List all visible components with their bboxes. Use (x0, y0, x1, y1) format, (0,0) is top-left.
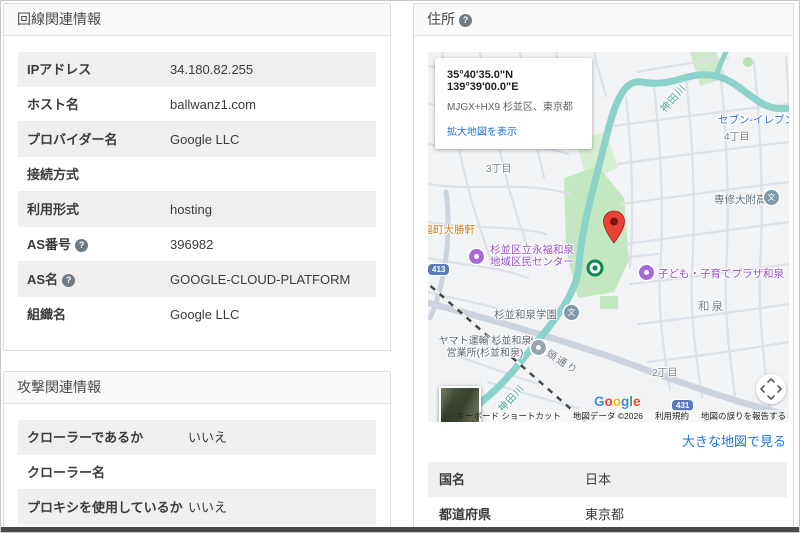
row-label: 都道府県 (439, 507, 492, 522)
row-value: いいえ (188, 500, 228, 515)
row-label: クローラーであるか (27, 430, 144, 445)
row-value: 東京都 (585, 507, 625, 522)
help-icon[interactable]: ? (75, 239, 89, 252)
row-value (170, 157, 376, 191)
route-badge: 413 (428, 264, 450, 275)
pan-control-button[interactable] (756, 374, 786, 404)
row-value: 396982 (170, 237, 214, 252)
table-row: ホスト名 ballwanz1.com (18, 87, 376, 122)
poi-label-senshu-high[interactable]: 専修大附高 (714, 192, 767, 207)
row-value: Google LLC (170, 307, 240, 322)
coordinates-text: 35°40'35.0"N 139°39'00.0"E (447, 69, 519, 93)
expand-arrows-icon (759, 377, 783, 401)
attack-info-card-title: 攻撃関連情報 (4, 372, 390, 404)
poi-label-seven-eleven[interactable]: セブン-イレブン (718, 112, 789, 127)
table-row: クローラー名 (18, 455, 376, 490)
line-info-card-title: 回線関連情報 (4, 4, 390, 36)
poi-label-kodomo-plaza[interactable]: 子ども・子育てプラザ和泉 (658, 266, 784, 281)
row-label: 国名 (439, 472, 466, 487)
row-label: AS番号? (18, 227, 170, 261)
row-label: 組織名 (27, 307, 67, 322)
poi-label-community-center[interactable]: 杉並区立永福和泉 地域区民センター (490, 244, 574, 268)
table-row: AS番号? 396982 (18, 227, 376, 262)
row-label: プロバイダー名 (27, 132, 118, 147)
table-row: 組織名 Google LLC (18, 297, 376, 332)
row-value: 日本 (585, 472, 612, 487)
park-marker[interactable] (586, 259, 604, 277)
keyboard-shortcuts-link[interactable]: キーボード ショートカット (457, 410, 561, 422)
table-row: 利用形式 hosting (18, 192, 376, 227)
poi-label-izumi-gakuen[interactable]: 杉並和泉学園 (494, 307, 557, 322)
table-row: AS名? GOOGLE-CLOUD-PLATFORM (18, 262, 376, 297)
row-label: クローラー名 (27, 465, 106, 480)
row-label: 利用形式 (27, 202, 80, 217)
poi-label-taishoken[interactable]: 永福町大勝軒 (428, 222, 475, 237)
school-icon[interactable]: 文 (764, 190, 779, 205)
map-data-text: 地図データ ©2026 (572, 411, 643, 421)
poi-label-yamato[interactable]: ヤマト運輸 杉並和泉 営業所(杉並和泉) (433, 336, 537, 360)
row-value: いいえ (188, 430, 228, 445)
ip-info-page: 回線関連情報 IPアドレス 34.180.82.255 ホスト名 ballwan… (0, 0, 800, 533)
row-value: GOOGLE-CLOUD-PLATFORM (170, 272, 351, 287)
line-info-card: 回線関連情報 IPアドレス 34.180.82.255 ホスト名 ballwan… (3, 3, 391, 351)
report-error-link[interactable]: 地図の誤りを報告する (701, 410, 786, 422)
table-row: クローラーであるか いいえ (18, 420, 376, 455)
view-larger-map-link[interactable]: 大きな地図で見る (428, 431, 787, 450)
row-value (188, 455, 376, 489)
plus-code-text: MJGX+HX9 杉並区、東京都 (447, 102, 573, 113)
district-label: 4丁目 (724, 132, 750, 143)
school-icon[interactable]: 文 (564, 305, 579, 320)
attack-info-card: 攻撃関連情報 クローラーであるか いいえ クローラー名 プロキシを使用しているか… (3, 371, 391, 532)
map-info-window: 35°40'35.0"N 139°39'00.0"E MJGX+HX9 杉並区、… (435, 58, 592, 149)
row-value: hosting (170, 202, 212, 217)
page-bottom-edge (1, 527, 799, 532)
address-card: 住所? 神田川 神田川 3丁目 4丁目 2丁目 和泉 井の頭通り セブン-イレブ… (413, 3, 794, 532)
row-label: プロキシを使用しているか (27, 500, 183, 515)
terms-link[interactable]: 利用規約 (655, 410, 689, 422)
table-row: 国名 日本 (428, 462, 787, 497)
map-pin-marker[interactable] (602, 210, 626, 244)
table-row: プロバイダー名 Google LLC (18, 122, 376, 157)
address-card-title: 住所? (414, 4, 793, 36)
row-label: IPアドレス (27, 62, 92, 77)
row-label: ホスト名 (27, 97, 80, 112)
table-row: プロキシを使用しているか いいえ (18, 490, 376, 525)
civic-poi-icon[interactable] (639, 265, 654, 280)
expand-map-link[interactable]: 拡大地図を表示 (447, 123, 580, 138)
map-attribution: キーボード ショートカット 地図データ ©2026 利用規約 地図の誤りを報告す… (457, 410, 789, 422)
help-icon[interactable]: ? (459, 14, 472, 27)
row-value: ballwanz1.com (170, 97, 256, 112)
google-logo[interactable]: Google (594, 394, 641, 409)
district-label: 3丁目 (486, 164, 512, 175)
business-poi-icon[interactable] (531, 340, 546, 355)
table-row: 接続方式 (18, 157, 376, 192)
row-label: AS名? (18, 262, 170, 297)
google-map[interactable]: 神田川 神田川 3丁目 4丁目 2丁目 和泉 井の頭通り セブン-イレブン 永福… (428, 52, 789, 422)
civic-poi-icon[interactable] (469, 249, 484, 264)
district-label: 和泉 (698, 301, 725, 313)
row-value: Google LLC (170, 132, 240, 147)
table-row: IPアドレス 34.180.82.255 (18, 52, 376, 87)
help-icon[interactable]: ? (62, 274, 76, 287)
row-value: 34.180.82.255 (170, 62, 254, 77)
district-label: 2丁目 (652, 368, 678, 379)
row-label: 接続方式 (27, 167, 80, 182)
